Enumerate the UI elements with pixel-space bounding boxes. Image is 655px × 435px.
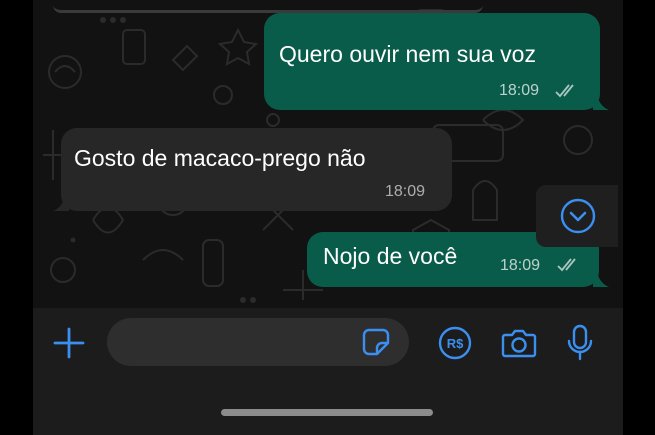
- message-input[interactable]: [107, 318, 409, 366]
- bubble-tail: [593, 94, 609, 110]
- message-time: 18:09: [500, 257, 541, 274]
- double-check-icon: [557, 258, 576, 272]
- bubble-tail: [593, 271, 609, 287]
- message-bubble-outgoing[interactable]: Quero ouvir nem sua voz 18:09: [264, 13, 600, 110]
- bubble-tail: [53, 195, 69, 211]
- sticker-icon[interactable]: [361, 327, 391, 357]
- svg-text:R$: R$: [447, 336, 464, 351]
- message-time: 18:09: [499, 82, 540, 99]
- message-text: Nojo de você: [323, 243, 458, 269]
- chat-screen: Quero ouvir nem sua voz 18:09 Gosto de m…: [33, 0, 623, 435]
- camera-icon[interactable]: [500, 326, 538, 360]
- double-check-icon: [555, 84, 574, 98]
- plus-icon[interactable]: [51, 325, 87, 361]
- microphone-icon[interactable]: [565, 323, 595, 363]
- message-time: 18:09: [385, 183, 426, 200]
- message-text: Quero ouvir nem sua voz: [279, 41, 536, 67]
- composer-bar: R$: [33, 308, 623, 435]
- scroll-to-bottom-button[interactable]: [536, 185, 618, 247]
- previous-bubble-edge: [53, 0, 483, 13]
- message-bubble-incoming[interactable]: Gosto de macaco-prego não 18:09: [61, 128, 452, 211]
- message-text: Gosto de macaco-prego não: [74, 145, 366, 171]
- chevron-down-circle-icon: [560, 198, 596, 234]
- rs-icon[interactable]: R$: [438, 326, 472, 360]
- home-indicator[interactable]: [221, 409, 433, 416]
